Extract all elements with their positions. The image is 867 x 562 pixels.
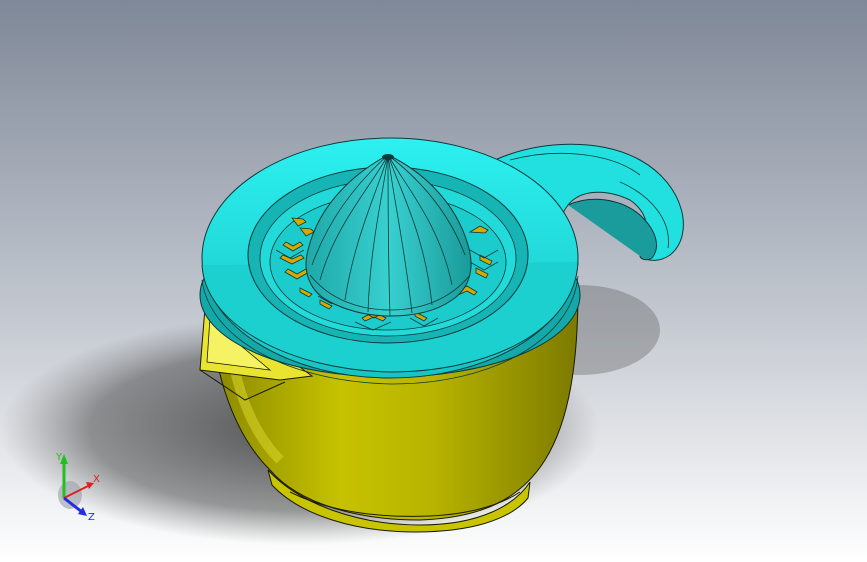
graphics-viewport[interactable]: Y X Z xyxy=(0,0,867,562)
coordinate-triad: Y X Z xyxy=(52,450,102,523)
z-axis-label: Z xyxy=(88,512,95,522)
y-axis-label: Y xyxy=(55,452,63,463)
x-axis-label: X xyxy=(93,474,100,485)
model-scene[interactable] xyxy=(0,0,867,562)
